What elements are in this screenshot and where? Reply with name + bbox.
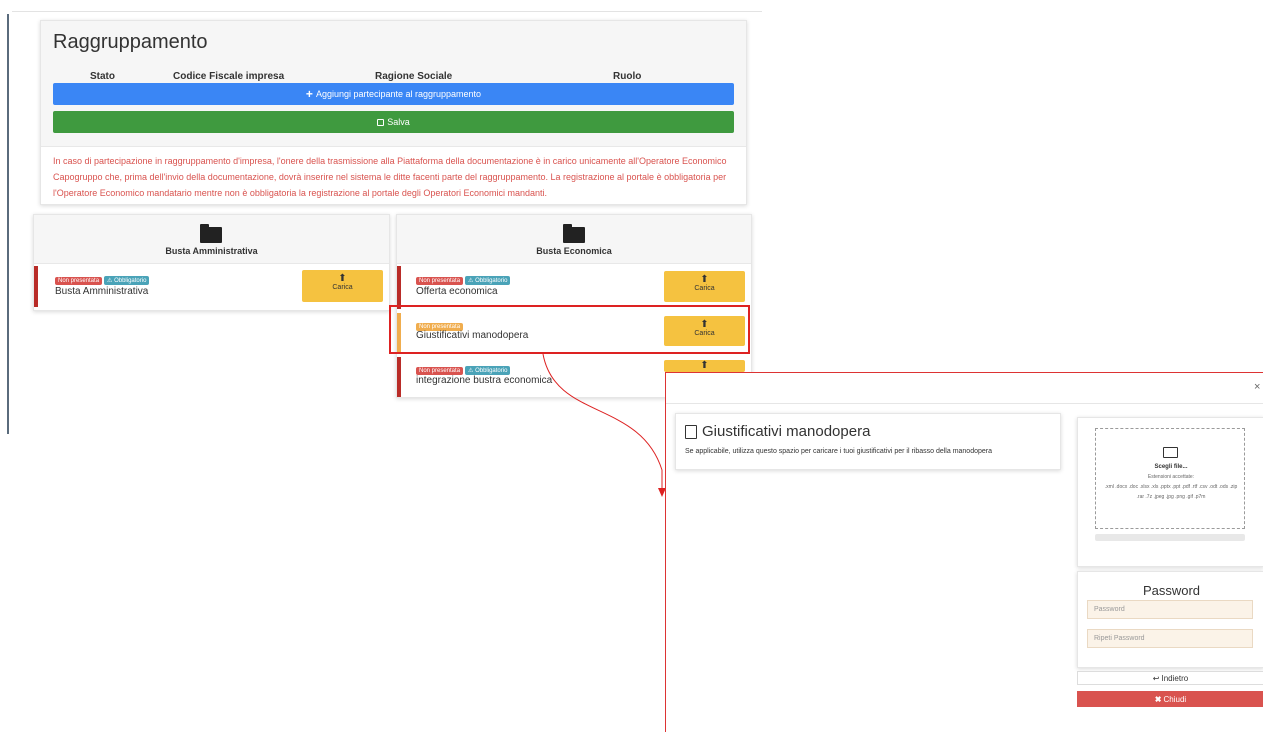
close-icon: ✖: [1154, 694, 1162, 704]
upload-card: Scegli file... Estensioni accettate: .xm…: [1077, 417, 1263, 567]
modal-header-divider: [666, 403, 1263, 404]
password-input[interactable]: Password: [1087, 600, 1253, 619]
back-arrow-icon: ↩: [1152, 673, 1160, 683]
password-card: Password Password Ripeti Password: [1077, 571, 1263, 668]
repeat-password-input[interactable]: Ripeti Password: [1087, 629, 1253, 648]
back-button[interactable]: ↩ Indietro: [1077, 671, 1263, 685]
file-icon: [685, 425, 697, 439]
close-button[interactable]: ✖ Chiudi: [1077, 691, 1263, 707]
modal-title: Giustificativi manodopera: [702, 423, 871, 440]
extensions-list: .xml .docx .doc .xlsx .xls .pptx .ppt .p…: [1104, 484, 1238, 500]
upload-modal: × Giustificativi manodopera Se applicabi…: [665, 372, 1263, 732]
password-placeholder: Password: [1094, 606, 1125, 613]
progress-bar: [1095, 534, 1245, 541]
back-label: Indietro: [1161, 673, 1189, 683]
modal-info-card: Giustificativi manodopera Se applicabile…: [675, 413, 1061, 470]
accepted-label: Estensioni accettate:: [1147, 474, 1195, 480]
dropzone[interactable]: Scegli file... Estensioni accettate: .xm…: [1095, 428, 1245, 529]
repeat-password-placeholder: Ripeti Password: [1094, 635, 1145, 642]
close-x-button[interactable]: ×: [1254, 381, 1260, 393]
close-label: Chiudi: [1163, 694, 1187, 704]
choose-file-label: Scegli file...: [1154, 464, 1188, 470]
password-title: Password: [1142, 583, 1201, 598]
modal-description: Se applicabile, utilizza questo spazio p…: [685, 448, 992, 455]
folder-open-icon: [1163, 447, 1178, 458]
